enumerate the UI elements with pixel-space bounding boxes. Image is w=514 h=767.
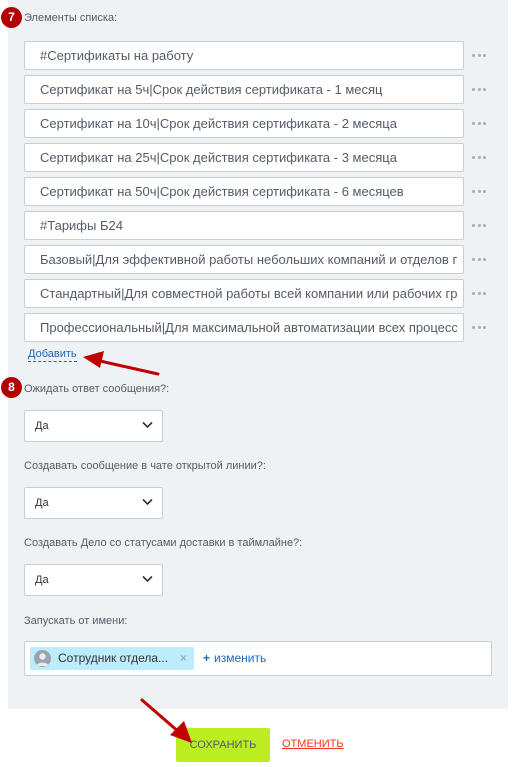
user-avatar-icon [34,650,51,667]
list-item-text: Базовый|Для эффективной работы небольших… [40,252,457,267]
list-item-input[interactable]: Сертификат на 25ч|Срок действия сертифик… [24,143,464,172]
change-user-label: изменить [214,651,267,665]
list-item-menu-icon[interactable] [472,211,486,240]
wait-reply-label: Ожидать ответ сообщения?: [24,383,170,395]
wait-reply-select[interactable]: Да [24,410,163,442]
create-message-label: Создавать сообщение в чате открытой лини… [24,460,266,472]
user-chip[interactable]: Сотрудник отдела... × [30,647,194,670]
create-task-value: Да [35,574,49,586]
settings-panel [8,0,508,709]
list-item-text: Профессиональный|Для максимальной автома… [40,320,457,335]
list-item-input[interactable]: #Сертификаты на работу [24,41,464,70]
create-task-label: Создавать Дело со статусами доставки в т… [24,537,303,549]
step-badge-8: 8 [1,377,22,398]
list-item-menu-icon[interactable] [472,313,486,342]
list-item-text: Сертификат на 5ч|Срок действия сертифика… [40,82,383,97]
create-task-select[interactable]: Да [24,564,163,596]
run-as-selector: Сотрудник отдела... × + изменить [24,641,492,676]
list-item-menu-icon[interactable] [472,177,486,206]
list-item-input[interactable]: Сертификат на 5ч|Срок действия сертифика… [24,75,464,104]
user-chip-name: Сотрудник отдела... [58,651,169,665]
plus-icon: + [203,651,211,665]
close-icon[interactable]: × [180,647,187,670]
list-item-text: #Сертификаты на работу [40,48,194,63]
list-item-text: Сертификат на 10ч|Срок действия сертифик… [40,116,397,131]
list-item-input[interactable]: Профессиональный|Для максимальной автома… [24,313,464,342]
wait-reply-value: Да [35,420,49,432]
chevron-down-icon [142,421,153,429]
list-item-input[interactable]: Стандартный|Для совместной работы всей к… [24,279,464,308]
list-item-text: #Тарифы Б24 [40,218,123,233]
list-item-menu-icon[interactable] [472,143,486,172]
step-badge-7: 7 [1,7,22,28]
chevron-down-icon [142,498,153,506]
list-item-menu-icon[interactable] [472,245,486,274]
list-item-text: Сертификат на 25ч|Срок действия сертифик… [40,150,397,165]
create-message-select[interactable]: Да [24,487,163,519]
run-as-label: Запускать от имени: [24,615,128,627]
create-message-value: Да [35,497,49,509]
list-item-input[interactable]: Сертификат на 50ч|Срок действия сертифик… [24,177,464,206]
list-item-menu-icon[interactable] [472,109,486,138]
add-item-link[interactable]: Добавить [28,348,77,362]
list-items-label: Элементы списка: [24,12,118,24]
chevron-down-icon [142,575,153,583]
list-item-menu-icon[interactable] [472,279,486,308]
list-item-input[interactable]: Сертификат на 10ч|Срок действия сертифик… [24,109,464,138]
list-item-input[interactable]: #Тарифы Б24 [24,211,464,240]
list-item-text: Сертификат на 50ч|Срок действия сертифик… [40,184,404,199]
cancel-link[interactable]: ОТМЕНИТЬ [282,738,344,750]
save-button[interactable]: СОХРАНИТЬ [176,728,270,762]
list-item-text: Стандартный|Для совместной работы всей к… [40,286,457,301]
list-item-menu-icon[interactable] [472,75,486,104]
list-item-input[interactable]: Базовый|Для эффективной работы небольших… [24,245,464,274]
change-user-link[interactable]: + изменить [203,642,266,675]
list-item-menu-icon[interactable] [472,41,486,70]
